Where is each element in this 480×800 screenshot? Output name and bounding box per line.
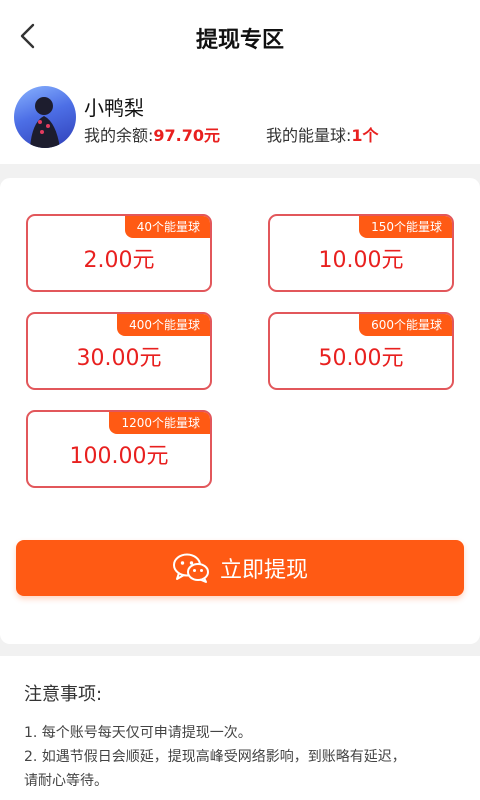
withdraw-amount: 2.00元 (83, 248, 155, 273)
withdraw-button[interactable]: 立即提现 (16, 540, 464, 596)
withdraw-amount: 100.00元 (69, 444, 169, 469)
avatar-image (30, 97, 60, 148)
withdraw-option-2[interactable]: 40个能量球 2.00元 (26, 214, 212, 292)
balance-info: 我的余额:97.70元 (84, 122, 220, 146)
withdraw-option-10[interactable]: 150个能量球 10.00元 (268, 214, 454, 292)
note-item: 1. 每个账号每天仅可申请提现一次。 (24, 725, 252, 741)
withdraw-amount: 10.00元 (318, 248, 404, 273)
avatar[interactable] (14, 86, 76, 148)
username: 小鸭梨 (84, 96, 144, 120)
wechat-icon (172, 553, 209, 583)
profile-section: 小鸭梨 我的余额:97.70元 我的能量球:1个 (0, 72, 480, 164)
balance-label: 我的余额: (84, 126, 154, 145)
notes-section: 注意事项: 1. 每个账号每天仅可申请提现一次。 2. 如遇节假日会顺延，提现高… (0, 656, 480, 800)
withdraw-option-100[interactable]: 1200个能量球 100.00元 (26, 410, 212, 488)
withdraw-option-30[interactable]: 400个能量球 30.00元 (26, 312, 212, 390)
withdraw-option-50[interactable]: 600个能量球 50.00元 (268, 312, 454, 390)
energy-value: 1个 (351, 126, 379, 145)
energy-cost-badge: 40个能量球 (124, 216, 210, 238)
energy-cost-badge: 400个能量球 (117, 314, 210, 336)
note-item: 2. 如遇节假日会顺延，提现高峰受网络影响，到账略有延迟， (24, 749, 406, 765)
energy-cost-badge: 1200个能量球 (109, 412, 210, 434)
energy-cost-badge: 600个能量球 (359, 314, 452, 336)
header-bar: 提现专区 (0, 0, 480, 72)
withdraw-amount: 50.00元 (318, 346, 404, 371)
balance-value: 97.70元 (153, 126, 221, 145)
withdraw-amount: 30.00元 (76, 346, 162, 371)
note-item: 请耐心等待。 (24, 773, 108, 789)
energy-cost-badge: 150个能量球 (359, 216, 452, 238)
notes-title: 注意事项: (24, 684, 103, 705)
energy-info: 我的能量球:1个 (266, 122, 379, 146)
withdraw-button-label: 立即提现 (219, 558, 308, 583)
page-title: 提现专区 (195, 28, 284, 53)
energy-label: 我的能量球: (266, 126, 352, 145)
